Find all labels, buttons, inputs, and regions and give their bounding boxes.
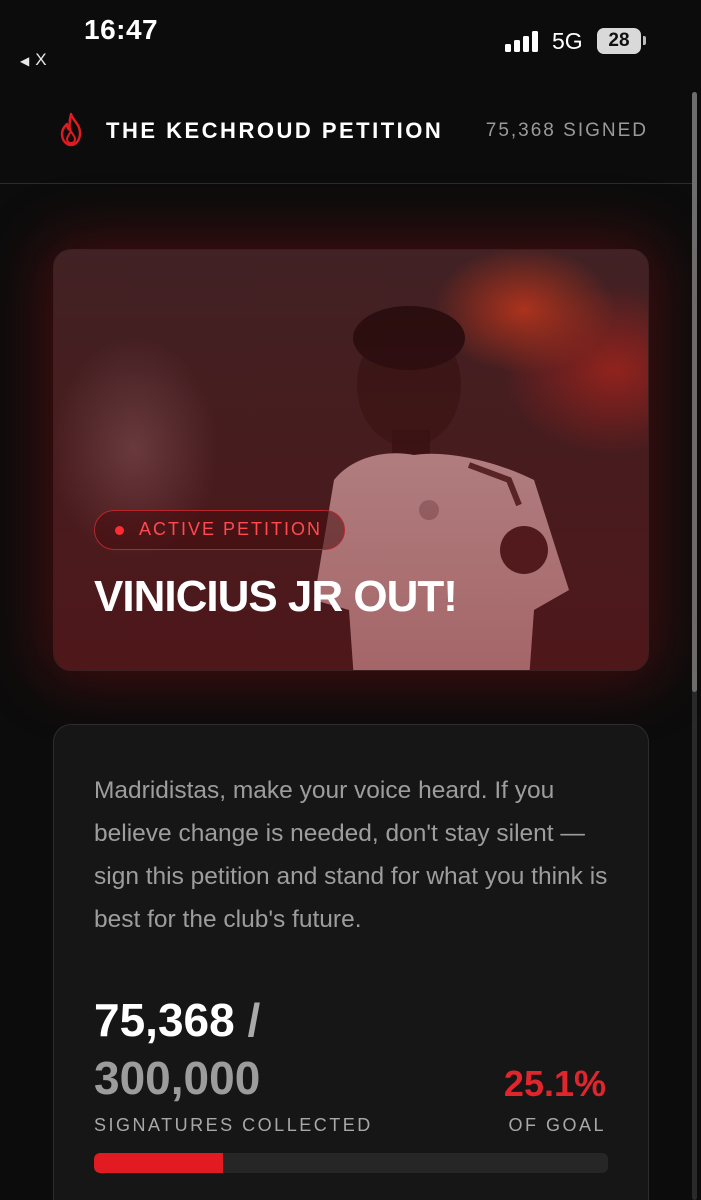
site-header: THE KECHROUD PETITION 75,368 SIGNED [0,100,692,184]
flame-icon [60,112,82,147]
progress-bar-fill [94,1153,223,1173]
hero-card: ACTIVE PETITION VINICIUS JR OUT! [53,249,649,671]
battery-nub [643,36,646,45]
progress-bar [94,1153,608,1173]
goal-label: OF GOAL [508,1115,606,1135]
network-type: 5G [552,28,583,54]
status-bar: 16:47 ◀ X 5G 28 [0,0,701,80]
collected-label: SIGNATURES COLLECTED [94,1115,373,1135]
status-badge: ACTIVE PETITION [94,510,346,550]
percent-of-goal: 25.1% [503,1063,606,1104]
battery-level: 28 [608,30,630,51]
count-separator: / [234,994,261,1046]
badge-label: ACTIVE PETITION [139,519,323,539]
back-triangle-icon: ◀ [20,54,30,68]
scrollbar-thumb[interactable] [692,92,697,692]
back-label: X [35,50,47,69]
live-dot-icon [115,526,124,535]
signed-count: 75,368 SIGNED [485,120,648,141]
battery-icon: 28 [597,28,641,54]
clock: 16:47 [84,14,159,45]
signature-count: 75,368 / 300,000 [94,991,260,1107]
site-title[interactable]: THE KECHROUD PETITION [106,118,443,144]
cellular-signal-icon [505,30,543,52]
goal-count: 300,000 [94,1052,261,1104]
current-count: 75,368 [94,994,235,1046]
petition-info-card: Madridistas, make your voice heard. If y… [53,724,649,1200]
scrollbar[interactable] [692,92,697,1200]
petition-description: Madridistas, make your voice heard. If y… [94,777,608,933]
back-to-app-button[interactable]: ◀ X [20,50,47,70]
petition-title: VINICIUS JR OUT! [94,572,458,621]
